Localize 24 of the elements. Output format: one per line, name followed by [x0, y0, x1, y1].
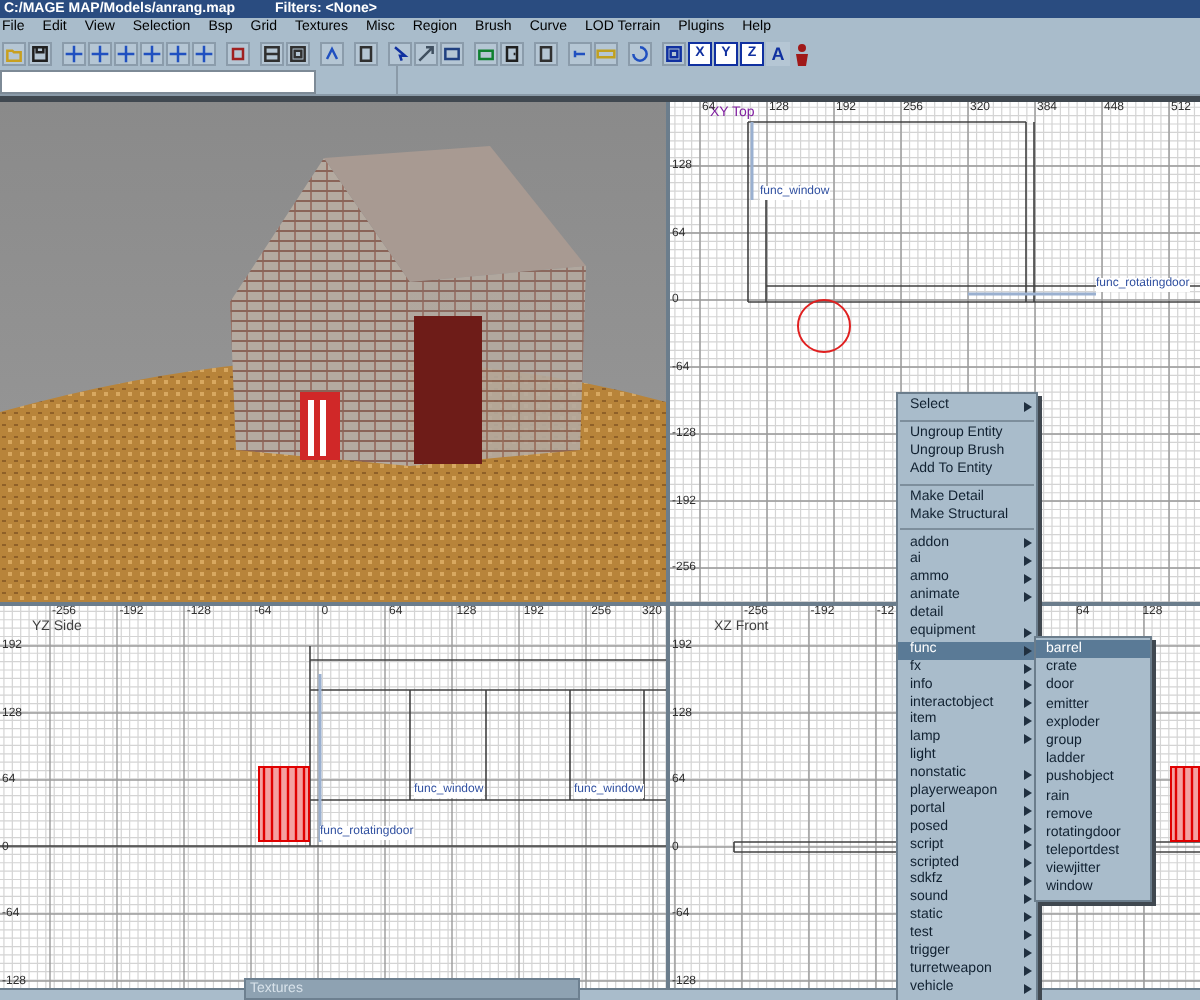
frame-icon[interactable]: [288, 43, 308, 63]
crosshair-icon[interactable]: [116, 43, 136, 63]
crosshair-icon[interactable]: [168, 43, 188, 63]
selected-brush-drawing[interactable]: [258, 766, 310, 842]
save-icon[interactable]: [30, 43, 50, 63]
camera-circle-icon[interactable]: [796, 298, 852, 354]
crosshair-icon[interactable]: [64, 43, 84, 63]
crosshair-icon[interactable]: [90, 43, 110, 63]
letter-button[interactable]: A: [766, 41, 790, 65]
frame-icon[interactable]: [664, 43, 684, 63]
square-icon[interactable]: [228, 43, 248, 63]
cursor-icon[interactable]: [390, 43, 410, 63]
command-field[interactable]: [0, 69, 316, 93]
split-view-icon[interactable]: [262, 43, 282, 63]
page-icon[interactable]: [356, 43, 376, 63]
page-icon[interactable]: [536, 43, 556, 63]
door-icon[interactable]: [502, 43, 522, 63]
crosshair-icon[interactable]: [142, 43, 162, 63]
rotate-icon[interactable]: [630, 43, 650, 63]
submenu-arrow-icon: [1024, 401, 1032, 412]
selected-brush-drawing[interactable]: [1170, 766, 1200, 842]
crosshair-icon[interactable]: [194, 43, 214, 63]
figure-icon[interactable]: [792, 41, 812, 65]
resize-icon[interactable]: [416, 43, 436, 63]
